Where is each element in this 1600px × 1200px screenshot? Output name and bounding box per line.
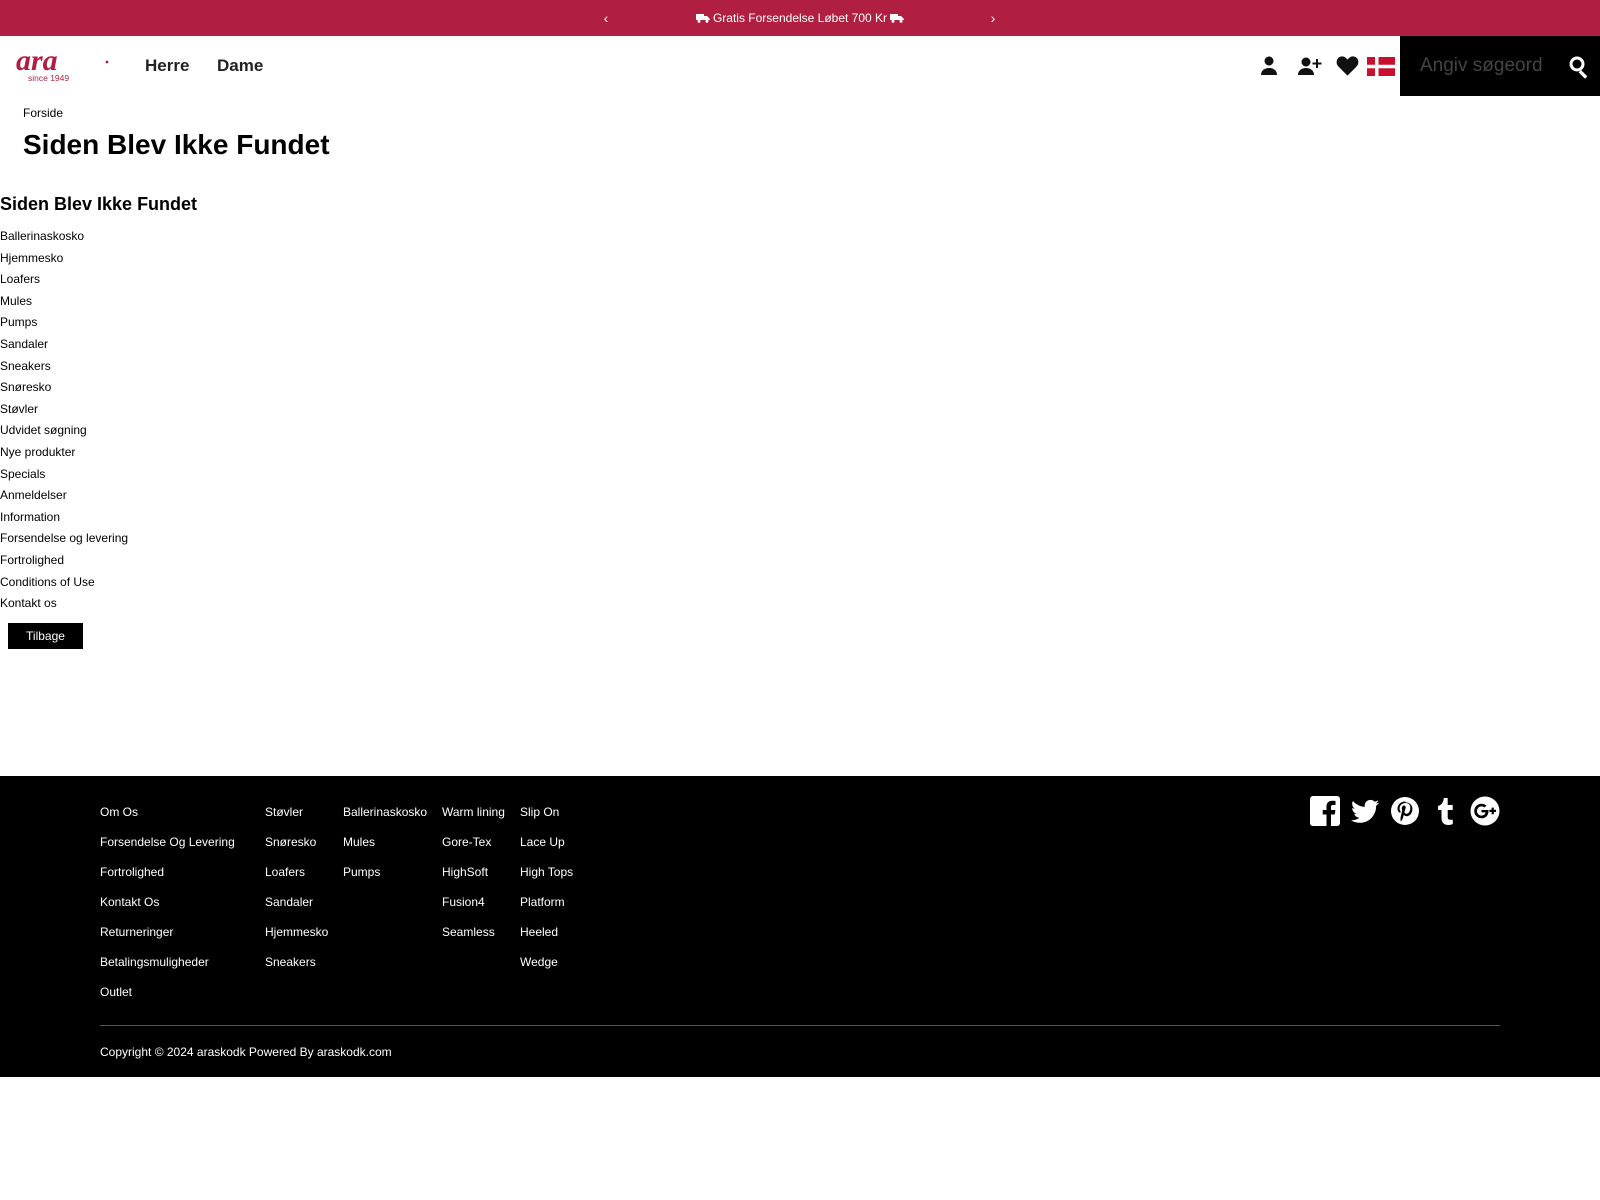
sitemap-link[interactable]: Sneakers bbox=[0, 356, 128, 378]
nav-herre[interactable]: Herre bbox=[145, 56, 189, 76]
footer-link[interactable]: Snøresko bbox=[265, 834, 328, 864]
footer-link[interactable]: Gore-Tex bbox=[442, 834, 505, 864]
footer-link[interactable]: Sneakers bbox=[265, 954, 328, 984]
google-plus-icon[interactable] bbox=[1470, 796, 1500, 826]
footer-column-categories: Støvler Snøresko Loafers Sandaler Hjemme… bbox=[265, 804, 328, 984]
footer-link[interactable]: Warm lining bbox=[442, 804, 505, 834]
facebook-icon[interactable] bbox=[1310, 796, 1340, 826]
search-input[interactable] bbox=[1420, 52, 1560, 80]
sitemap-link[interactable]: Conditions of Use bbox=[0, 572, 128, 594]
sitemap-link[interactable]: Loafers bbox=[0, 269, 128, 291]
announcement-text: Gratis Forsendelse Løbet 700 Kr bbox=[712, 11, 888, 25]
announcement-message: Gratis Forsendelse Løbet 700 Kr bbox=[0, 11, 1600, 25]
search-icon[interactable] bbox=[1568, 55, 1592, 79]
footer-link[interactable]: Outlet bbox=[100, 984, 235, 1014]
sitemap-link[interactable]: Nye produkter bbox=[0, 442, 128, 464]
footer-column-styles: Slip On Lace Up High Tops Platform Heele… bbox=[520, 804, 573, 984]
sitemap-link[interactable]: Ballerinaskosko bbox=[0, 226, 128, 248]
sitemap-link[interactable]: Forsendelse og levering bbox=[0, 528, 128, 550]
nav-dame[interactable]: Dame bbox=[217, 56, 263, 76]
site-header: ara since 1949 Herre Dame bbox=[0, 36, 1600, 96]
footer-link[interactable]: Forsendelse Og Levering bbox=[100, 834, 235, 864]
copyright-text: Copyright © 2024 araskodk Powered By ara… bbox=[100, 1045, 392, 1059]
footer-link[interactable]: HighSoft bbox=[442, 864, 505, 894]
footer-column-technology: Warm lining Gore-Tex HighSoft Fusion4 Se… bbox=[442, 804, 505, 954]
back-button[interactable]: Tilbage bbox=[8, 623, 83, 649]
footer-link[interactable]: Betalingsmuligheder bbox=[100, 954, 235, 984]
footer-column-categories-2: Ballerinaskosko Mules Pumps bbox=[343, 804, 427, 894]
announcement-bar: ‹ Gratis Forsendelse Løbet 700 Kr › bbox=[0, 0, 1600, 36]
sitemap-link[interactable]: Pumps bbox=[0, 312, 128, 334]
footer-link[interactable]: Platform bbox=[520, 894, 573, 924]
footer-link[interactable]: Slip On bbox=[520, 804, 573, 834]
sitemap-link[interactable]: Mules bbox=[0, 291, 128, 313]
footer-column-info: Om Os Forsendelse Og Levering Fortroligh… bbox=[100, 804, 235, 1014]
sitemap-link[interactable]: Information bbox=[0, 507, 128, 529]
sitemap-list: Ballerinaskosko Hjemmesko Loafers Mules … bbox=[0, 226, 128, 615]
footer-link[interactable]: Hjemmesko bbox=[265, 924, 328, 954]
register-icon[interactable] bbox=[1296, 55, 1322, 77]
sitemap-link[interactable]: Specials bbox=[0, 464, 128, 486]
ara-logo[interactable]: ara since 1949 bbox=[16, 50, 110, 84]
footer-link[interactable]: Pumps bbox=[343, 864, 427, 894]
twitter-icon[interactable] bbox=[1350, 796, 1380, 826]
svg-text:since 1949: since 1949 bbox=[28, 73, 69, 83]
sitemap-link[interactable]: Anmeldelser bbox=[0, 485, 128, 507]
breadcrumb-home[interactable]: Forside bbox=[23, 106, 63, 120]
content-heading: Siden Blev Ikke Fundet bbox=[0, 194, 198, 214]
footer-link[interactable]: Om Os bbox=[100, 804, 235, 834]
footer-link[interactable]: Loafers bbox=[265, 864, 328, 894]
sitemap-link[interactable]: Fortrolighed bbox=[0, 550, 128, 572]
footer-link[interactable]: Mules bbox=[343, 834, 427, 864]
announcement-next-arrow[interactable]: › bbox=[985, 9, 1001, 27]
footer-link[interactable]: Heeled bbox=[520, 924, 573, 954]
sitemap-link[interactable]: Sandaler bbox=[0, 334, 128, 356]
wishlist-heart-icon[interactable] bbox=[1336, 55, 1359, 77]
footer-link[interactable]: High Tops bbox=[520, 864, 573, 894]
account-icon[interactable] bbox=[1258, 55, 1280, 77]
sitemap-link[interactable]: Støvler bbox=[0, 399, 128, 421]
truck-icon bbox=[695, 13, 710, 23]
sitemap-link[interactable]: Hjemmesko bbox=[0, 248, 128, 270]
footer-link[interactable]: Kontakt Os bbox=[100, 894, 235, 924]
pinterest-icon[interactable] bbox=[1390, 796, 1420, 826]
footer-link[interactable]: Returneringer bbox=[100, 924, 235, 954]
footer-link[interactable]: Wedge bbox=[520, 954, 573, 984]
footer-link[interactable]: Seamless bbox=[442, 924, 505, 954]
footer-link[interactable]: Sandaler bbox=[265, 894, 328, 924]
sitemap-link[interactable]: Kontakt os bbox=[0, 593, 128, 615]
footer-link[interactable]: Støvler bbox=[265, 804, 328, 834]
site-footer: Om Os Forsendelse Og Levering Fortroligh… bbox=[0, 776, 1600, 1077]
footer-link[interactable]: Fortrolighed bbox=[100, 864, 235, 894]
page-title: Siden Blev Ikke Fundet bbox=[23, 129, 330, 160]
truck-icon bbox=[890, 13, 905, 23]
sitemap-link[interactable]: Udvidet søgning bbox=[0, 420, 128, 442]
danish-flag-icon[interactable] bbox=[1367, 57, 1395, 76]
footer-divider bbox=[100, 1025, 1500, 1026]
tumblr-icon[interactable] bbox=[1431, 796, 1461, 826]
footer-link[interactable]: Fusion4 bbox=[442, 894, 505, 924]
sitemap-link[interactable]: Snøresko bbox=[0, 377, 128, 399]
footer-link[interactable]: Lace Up bbox=[520, 834, 573, 864]
footer-link[interactable]: Ballerinaskosko bbox=[343, 804, 427, 834]
